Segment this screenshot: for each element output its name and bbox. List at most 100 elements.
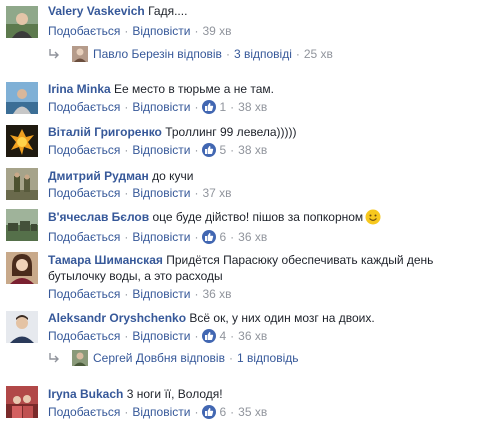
avatar[interactable]: [6, 125, 38, 157]
author-link[interactable]: Iryna Bukach: [48, 387, 123, 401]
comment-actions: Подобається · Відповісти · 5 · 38 хв: [48, 142, 267, 158]
smiley-emoji-icon: [365, 209, 381, 225]
reply-button[interactable]: Відповісти: [132, 287, 190, 301]
separator: ·: [194, 143, 199, 157]
author-link[interactable]: Aleksandr Oryshchenko: [48, 311, 186, 325]
reply-button[interactable]: Відповісти: [132, 186, 190, 200]
separator: ·: [230, 329, 235, 343]
separator: ·: [194, 230, 199, 244]
like-button[interactable]: Подобається: [48, 186, 120, 200]
separator: ·: [194, 100, 199, 114]
comment-text-continued: бутылочку воды, а это расходы: [48, 269, 223, 283]
separator: ·: [230, 143, 235, 157]
separator: ·: [194, 287, 199, 301]
comment-actions: Подобається · Відповісти · 4 · 36 хв: [48, 328, 267, 344]
comment-actions: Подобається · Відповісти · 36 хв: [48, 286, 232, 302]
author-link[interactable]: Тамара Шиманская: [48, 253, 163, 267]
comment-line: бутылочку воды, а это расходы: [48, 268, 223, 284]
avatar[interactable]: [6, 252, 38, 284]
thumbs-up-icon: [202, 329, 217, 343]
comment-line: Iryna Bukach 3 ноги її, Володя!: [48, 386, 223, 402]
reply-arrow-icon: [49, 49, 59, 59]
separator: ·: [124, 230, 129, 244]
author-link[interactable]: В'ячеслав Бєлов: [48, 210, 149, 224]
separator: ·: [124, 287, 129, 301]
separator: ·: [225, 47, 230, 61]
timestamp[interactable]: 36 хв: [238, 329, 267, 343]
separator: ·: [124, 100, 129, 114]
separator: ·: [124, 24, 129, 38]
author-link[interactable]: Дмитрий Рудман: [48, 169, 149, 183]
separator: ·: [124, 143, 129, 157]
separator: ·: [194, 24, 199, 38]
avatar[interactable]: [6, 6, 38, 38]
comment-text: Ее место в тюрьме а не там.: [114, 82, 274, 96]
like-button[interactable]: Подобається: [48, 405, 120, 419]
reply-count[interactable]: 1 відповідь: [237, 351, 299, 365]
separator: ·: [194, 329, 199, 343]
timestamp[interactable]: 36 хв: [238, 230, 267, 244]
comment-actions: Подобається · Відповісти · 37 хв: [48, 185, 232, 201]
replies-link[interactable]: Сергей Довбня відповів: [93, 351, 225, 365]
author-link[interactable]: Valery Vaskevich: [48, 4, 145, 18]
author-link[interactable]: Віталій Григоренко: [48, 125, 162, 139]
comment-text: до кучи: [152, 169, 194, 183]
replies-row[interactable]: Павло Березін відповів · 3 відповіді · 25 хв: [48, 46, 333, 62]
separator: ·: [194, 186, 199, 200]
thumbs-up-icon: [202, 230, 217, 244]
comment-actions: Подобається · Відповісти · 6 · 36 хв: [48, 229, 267, 245]
comment-actions: Подобається · Відповісти · 1 · 38 хв: [48, 99, 267, 115]
like-button[interactable]: Подобається: [48, 329, 120, 343]
comment-line: Aleksandr Oryshchenko Всё ок, у них один…: [48, 310, 375, 326]
timestamp[interactable]: 25 хв: [304, 47, 333, 61]
like-button[interactable]: Подобається: [48, 24, 120, 38]
separator: ·: [230, 230, 235, 244]
reply-button[interactable]: Відповісти: [132, 405, 190, 419]
thumbs-up-icon: [202, 143, 217, 157]
comment-line: Дмитрий Рудман до кучи: [48, 168, 193, 184]
reply-button[interactable]: Відповісти: [132, 230, 190, 244]
comment-text: Придётся Парасюку обеспечивать каждый де…: [166, 253, 434, 267]
separator: ·: [295, 47, 300, 61]
separator: ·: [228, 351, 233, 365]
separator: ·: [230, 405, 235, 419]
comment-line: Тамара Шиманская Придётся Парасюку обесп…: [48, 252, 433, 268]
comment-line: Віталій Григоренко Троллинг 99 левела)))…: [48, 124, 297, 140]
separator: ·: [124, 405, 129, 419]
replies-row[interactable]: Сергей Довбня відповів · 1 відповідь: [48, 350, 299, 366]
comment-text: оце буде дійство! пішов за попкорном: [152, 210, 364, 224]
like-button[interactable]: Подобається: [48, 143, 120, 157]
avatar[interactable]: [6, 82, 38, 114]
separator: ·: [124, 329, 129, 343]
timestamp[interactable]: 37 хв: [202, 186, 231, 200]
comment-text: 3 ноги її, Володя!: [126, 387, 223, 401]
timestamp[interactable]: 38 хв: [238, 143, 267, 157]
comment-text: Гадя....: [148, 4, 188, 18]
reply-button[interactable]: Відповісти: [132, 329, 190, 343]
comment-actions: Подобається · Відповісти · 6 · 35 хв: [48, 404, 267, 420]
like-button[interactable]: Подобається: [48, 287, 120, 301]
timestamp[interactable]: 36 хв: [202, 287, 231, 301]
avatar[interactable]: [6, 311, 38, 343]
reply-button[interactable]: Відповісти: [132, 24, 190, 38]
like-button[interactable]: Подобається: [48, 230, 120, 244]
reply-button[interactable]: Відповісти: [132, 143, 190, 157]
timestamp[interactable]: 39 хв: [202, 24, 231, 38]
replies-link[interactable]: Павло Березін відповів: [93, 47, 222, 61]
reply-arrow-icon: [49, 353, 59, 363]
comment-text: Троллинг 99 левела))))): [165, 125, 297, 139]
timestamp[interactable]: 35 хв: [238, 405, 267, 419]
separator: ·: [124, 186, 129, 200]
thumbs-up-icon: [202, 405, 217, 419]
avatar[interactable]: [6, 386, 38, 418]
comment-line: Irina Minka Ее место в тюрьме а не там.: [48, 81, 274, 97]
reply-button[interactable]: Відповісти: [132, 100, 190, 114]
timestamp[interactable]: 38 хв: [238, 100, 267, 114]
separator: ·: [230, 100, 235, 114]
author-link[interactable]: Irina Minka: [48, 82, 111, 96]
avatar[interactable]: [6, 168, 38, 200]
avatar[interactable]: [6, 209, 38, 241]
reply-count[interactable]: 3 відповіді: [234, 47, 292, 61]
like-button[interactable]: Подобається: [48, 100, 120, 114]
thumbs-up-icon: [202, 100, 217, 114]
